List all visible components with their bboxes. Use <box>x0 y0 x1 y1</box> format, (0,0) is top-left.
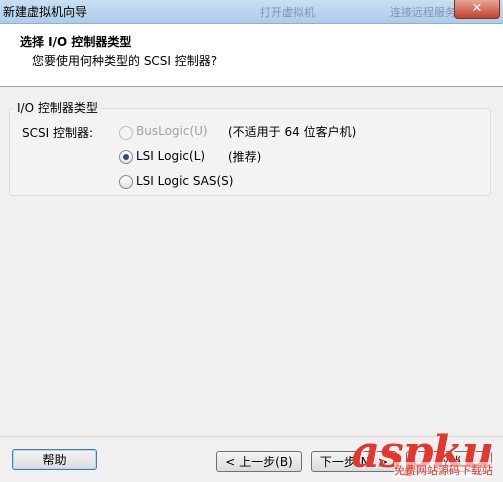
background-tab-text: 连接远程服务 <box>390 6 456 19</box>
page-title: 选择 I/O 控制器类型 <box>20 35 132 49</box>
group-title: I/O 控制器类型 <box>14 99 101 116</box>
lsi-logic-sas-radio[interactable] <box>119 175 133 189</box>
lsi-logic-note: (推荐) <box>228 150 262 164</box>
radio-selected-dot <box>123 154 129 160</box>
back-button[interactable]: < 上一步(B) <box>216 451 302 472</box>
window-title: 新建虚拟机向导 <box>3 5 88 19</box>
lsi-logic-label[interactable]: LSI Logic(L) <box>136 149 205 163</box>
page-subtitle: 您要使用何种类型的 SCSI 控制器? <box>32 54 218 68</box>
scsi-controller-label: SCSI 控制器: <box>22 126 94 140</box>
wizard-header: 选择 I/O 控制器类型 您要使用何种类型的 SCSI 控制器? <box>0 24 503 87</box>
watermark-logo: aspku 免费网站源码下载站 <box>351 427 494 478</box>
close-icon: ✕ <box>471 1 483 16</box>
lsi-logic-radio[interactable] <box>119 150 133 164</box>
buslogic-radio <box>119 126 133 140</box>
background-tab-text: 打开虚拟机 <box>260 6 315 19</box>
lsi-logic-sas-label[interactable]: LSI Logic SAS(S) <box>136 174 233 188</box>
title-bar: 新建虚拟机向导 打开虚拟机 连接远程服务 ✕ <box>0 0 503 24</box>
close-button[interactable]: ✕ <box>454 0 500 19</box>
help-button[interactable]: 帮助 <box>12 449 97 470</box>
buslogic-label: BusLogic(U) <box>136 124 208 138</box>
watermark-subtitle: 免费网站源码下载站 <box>394 462 493 478</box>
buslogic-note: (不适用于 64 位客户机) <box>228 125 357 139</box>
